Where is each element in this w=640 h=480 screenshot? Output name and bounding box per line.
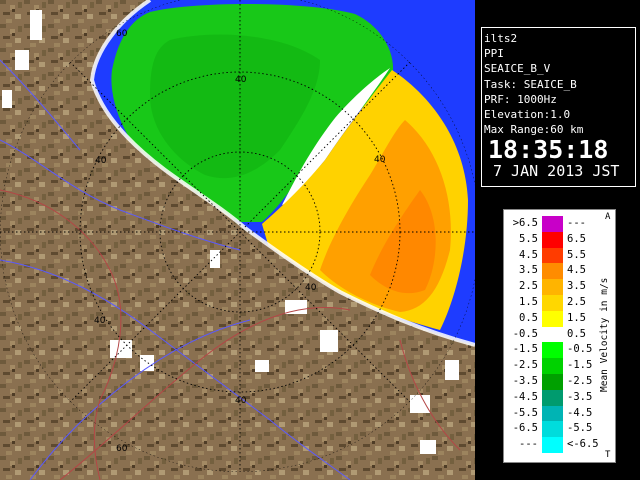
legend-color-swatch <box>542 247 563 264</box>
scan-info-panel: ilts2 PPI SEAICE_B_V Task: SEAICE_B PRF:… <box>481 27 636 187</box>
range-label-ne: 40 <box>374 155 386 165</box>
legend-lower-bound: >6.5 <box>512 217 538 229</box>
range-label-sw-outer: 60 <box>116 444 128 454</box>
velocity-legend: >6.5 --- 5.5 6.5 4.5 5.5 3.5 4.5 2.5 3.5 1.5 2.5 0.5… <box>503 209 616 463</box>
legend-color-swatch <box>542 295 563 311</box>
scan-date: 7 JAN 2013 JST <box>493 162 620 181</box>
legend-upper-bound: 0.5 <box>567 327 586 340</box>
legend-lower-bound: -6.5 <box>512 422 538 435</box>
legend-color-swatch <box>542 374 563 390</box>
legend-upper-bound: 2.5 <box>567 296 586 308</box>
legend-lower-bound: -3.5 <box>512 375 538 387</box>
legend-upper-bound: 1.5 <box>567 311 586 324</box>
prf-value: PRF: 1000Hz <box>484 92 557 106</box>
legend-color-swatch <box>542 279 563 295</box>
legend-lower-bound: --- <box>519 438 538 451</box>
legend-title: Mean Velocity in m/s <box>599 277 610 393</box>
legend-upper-bound: 4.5 <box>567 264 586 277</box>
legend-upper-bound: <-6.5 <box>567 438 599 451</box>
legend-color-swatch <box>542 358 563 374</box>
range-label-n: 40 <box>235 75 247 85</box>
legend-upper-bound: -0.5 <box>567 343 593 356</box>
range-label-sw: 40 <box>94 316 106 326</box>
range-label-w: 40 <box>95 156 107 166</box>
legend-color-swatch <box>542 216 563 232</box>
legend-lower-bound: -1.5 <box>512 343 538 356</box>
legend-upper-bound: -4.5 <box>567 406 593 419</box>
legend-color-swatch <box>542 263 563 280</box>
legend-upper-bound: 6.5 <box>567 232 586 245</box>
legend-color-swatch <box>542 342 563 359</box>
legend-lower-bound: 0.5 <box>519 311 538 324</box>
range-label-s: 40 <box>235 396 247 406</box>
legend-color-swatch <box>542 437 563 453</box>
legend-lower-bound: -2.5 <box>512 359 538 372</box>
legend-lower-bound: -4.5 <box>512 390 538 403</box>
legend-color-swatch <box>542 389 563 406</box>
radar-ppi-view[interactable]: 40 40 60 40 40 60 40 40 <box>0 0 475 480</box>
task-name: Task: SEAICE_B <box>484 77 577 91</box>
product-name: SEAICE_B_V <box>484 62 551 76</box>
range-label-se: 40 <box>305 283 317 293</box>
legend-lower-bound: -0.5 <box>512 327 538 340</box>
legend-color-swatch <box>542 310 563 327</box>
legend-upper-bound: -5.5 <box>567 422 593 435</box>
legend-upper-bound: -2.5 <box>567 375 593 387</box>
legend-upper-bound: -3.5 <box>567 390 593 403</box>
scan-mode: PPI <box>484 47 504 61</box>
legend-upper-bound: -1.5 <box>567 359 593 372</box>
legend-lower-bound: 2.5 <box>519 280 538 293</box>
legend-lower-bound: 4.5 <box>519 248 538 261</box>
legend-upper-bound: 3.5 <box>567 280 586 293</box>
elevation-value: Elevation:1.0 <box>484 108 571 122</box>
radar-id: ilts2 <box>484 32 518 45</box>
legend-upper-bound: 5.5 <box>567 248 586 261</box>
legend-color-swatch <box>542 231 563 248</box>
legend-lower-bound: -5.5 <box>512 406 538 419</box>
scan-time: 18:35:18 <box>488 135 609 165</box>
legend-corner-top: A <box>605 212 611 222</box>
legend-lower-bound: 5.5 <box>519 232 538 245</box>
legend-upper-bound: --- <box>567 217 586 229</box>
legend-color-swatch <box>542 326 563 343</box>
legend-lower-bound: 1.5 <box>519 296 538 308</box>
legend-corner-bottom: T <box>605 450 611 460</box>
range-label-nw-outer: 60 <box>116 29 128 39</box>
legend-color-swatch <box>542 421 563 438</box>
legend-color-swatch <box>542 405 563 422</box>
legend-lower-bound: 3.5 <box>519 264 538 277</box>
